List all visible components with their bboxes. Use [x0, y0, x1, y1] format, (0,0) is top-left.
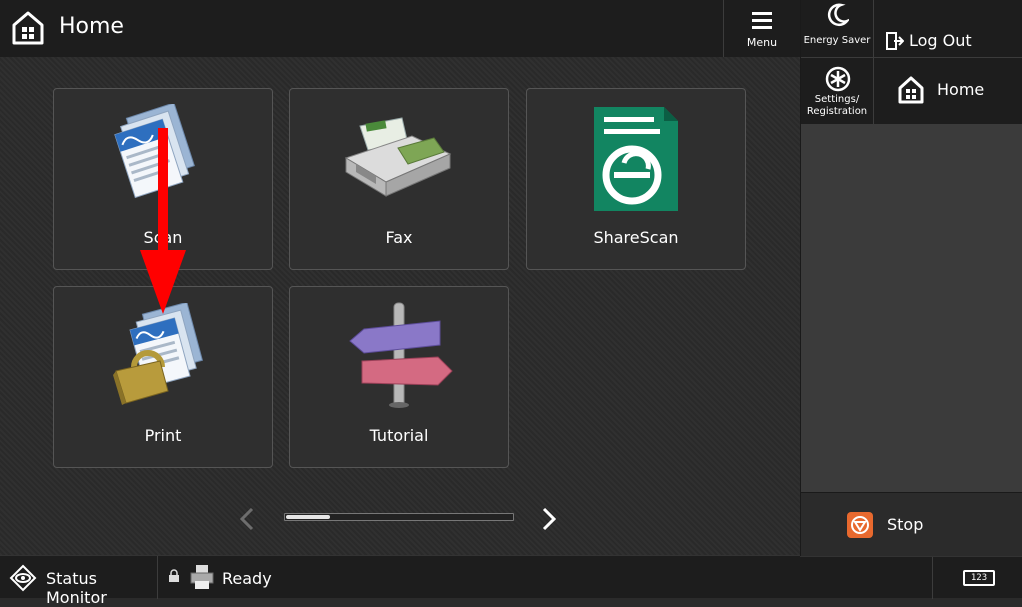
numeric-keypad-button[interactable]: 123	[932, 557, 1022, 599]
settings-label-line1: Settings/	[814, 94, 860, 105]
home-icon[interactable]	[12, 11, 44, 45]
tile-fax[interactable]: Fax	[289, 88, 509, 270]
logout-icon	[886, 32, 904, 50]
tile-sharescan-label: ShareScan	[593, 228, 679, 247]
settings-label-line2: Registration	[806, 106, 868, 117]
stop-label: Stop	[887, 515, 924, 534]
menu-label: Menu	[746, 36, 778, 49]
sharescan-icon	[594, 107, 678, 211]
ready-status-label: Ready	[222, 569, 272, 588]
keypad-label: 123	[963, 570, 995, 586]
page-title: Home	[59, 14, 124, 39]
annotation-arrow	[140, 128, 186, 314]
menu-button[interactable]: Menu	[723, 0, 800, 57]
home-label: Home	[937, 80, 985, 99]
stop-button[interactable]: Stop	[801, 492, 1022, 557]
secure-print-icon	[113, 303, 203, 405]
energy-saver-label: Energy Saver	[803, 35, 871, 46]
tile-tutorial[interactable]: Tutorial	[289, 286, 509, 468]
moon-icon	[827, 3, 849, 27]
side-panel: Energy Saver Log Out Settings/ Registrat…	[800, 0, 1022, 598]
stop-icon	[847, 512, 873, 538]
tile-fax-label: Fax	[385, 228, 413, 247]
settings-gear-icon	[825, 66, 851, 92]
chevron-right-icon[interactable]	[538, 505, 560, 533]
keypad-area: 123	[800, 556, 1022, 599]
hamburger-icon	[752, 12, 772, 29]
status-monitor-label: Status Monitor	[46, 569, 107, 607]
home-icon	[898, 76, 924, 104]
printer-status-icon	[190, 565, 214, 589]
tile-sharescan[interactable]: ShareScan	[526, 88, 746, 270]
status-monitor-eye-icon	[9, 564, 37, 592]
energy-saver-button[interactable]: Energy Saver	[801, 0, 874, 57]
page-scroll-thumb[interactable]	[286, 515, 330, 519]
logout-button[interactable]: Log Out	[874, 0, 1022, 57]
tile-print-label: Print	[144, 426, 182, 445]
fax-machine-icon	[344, 117, 452, 197]
status-bar: Status Monitor Ready	[0, 555, 800, 607]
chevron-left-icon[interactable]	[236, 505, 258, 533]
lock-icon	[169, 569, 179, 582]
tile-tutorial-label: Tutorial	[369, 426, 429, 445]
settings-registration-button[interactable]: Settings/ Registration	[801, 58, 874, 124]
logout-label: Log Out	[909, 31, 972, 50]
top-bar: Home Menu	[0, 0, 800, 57]
status-monitor-button[interactable]: Status Monitor	[0, 556, 158, 607]
home-button[interactable]: Home	[874, 58, 1022, 124]
signpost-icon	[349, 302, 453, 408]
